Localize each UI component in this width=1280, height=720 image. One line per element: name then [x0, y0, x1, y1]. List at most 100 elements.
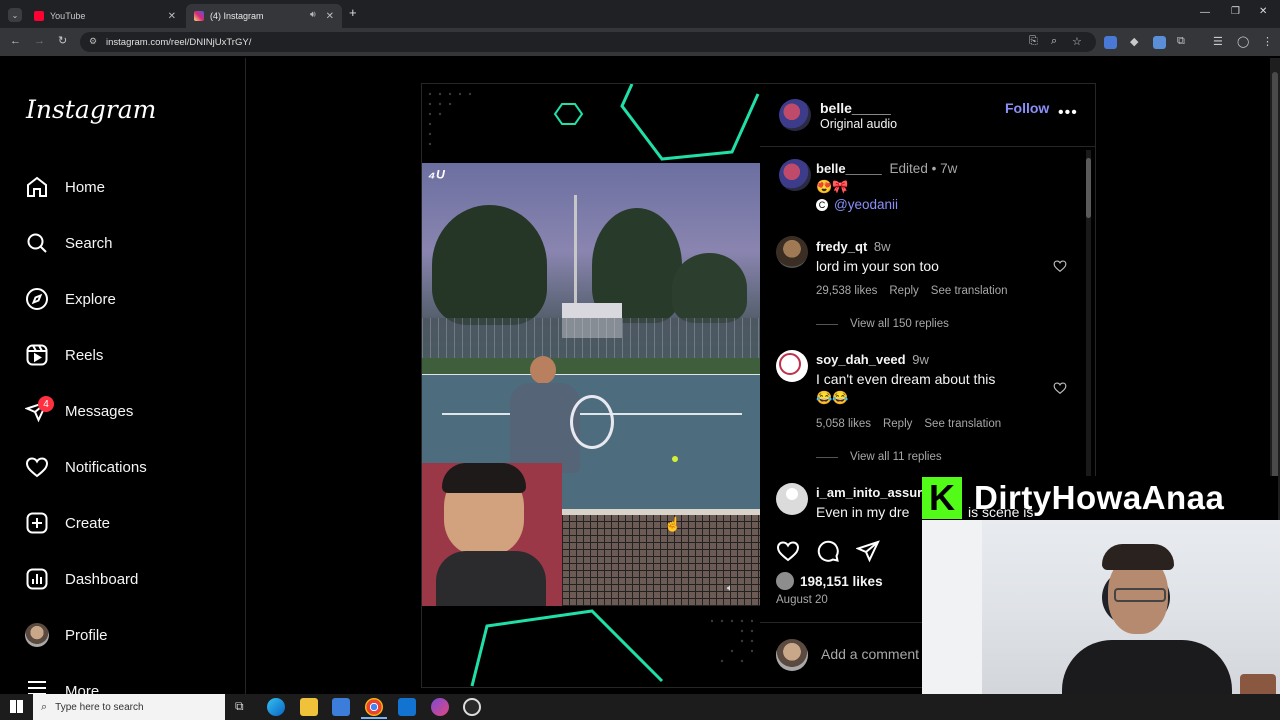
- file-explorer-icon[interactable]: [300, 698, 318, 716]
- close-tab-icon[interactable]: ✕: [168, 11, 176, 22]
- comment-username[interactable]: soy_dah_veed: [816, 352, 906, 367]
- translate-extension-icon[interactable]: [1104, 36, 1117, 49]
- comment-bubble-icon[interactable]: [816, 539, 840, 568]
- more-options-icon[interactable]: •••: [1058, 104, 1078, 122]
- extension-blue-icon[interactable]: [1153, 36, 1166, 49]
- profile-account-icon[interactable]: ◯: [1237, 35, 1249, 48]
- extensions-puzzle-icon[interactable]: ⧉: [1177, 35, 1185, 48]
- url-text: instagram.com/reel/DNINjUxTrGY/: [106, 36, 252, 48]
- caption-time: 7w: [940, 161, 958, 176]
- comment-time: 8w: [873, 239, 891, 254]
- like-heart-icon[interactable]: [776, 539, 800, 568]
- reading-list-icon[interactable]: ☰: [1213, 35, 1223, 48]
- comment-username[interactable]: fredy_qt: [816, 239, 867, 254]
- forward-icon[interactable]: →: [34, 35, 45, 47]
- comment-emojis: 😂😂: [816, 390, 849, 405]
- reel-player[interactable]: ⁴ᵁ 🔈︎: [421, 83, 762, 688]
- comment-like-heart-icon[interactable]: [1053, 259, 1067, 278]
- comment-likes[interactable]: 5,058 likes: [816, 418, 871, 430]
- commenter-avatar[interactable]: [776, 236, 808, 268]
- follow-button[interactable]: Follow: [1005, 100, 1049, 116]
- store-icon[interactable]: [332, 698, 350, 716]
- watermark-logo: ⁴ᵁ: [428, 167, 445, 187]
- sidebar-item-more[interactable]: More: [24, 675, 99, 694]
- caption-avatar[interactable]: [779, 159, 811, 191]
- comments-list[interactable]: belle_____ Edited • 7w 😍🎀 C @yeodanii fr…: [760, 147, 1085, 520]
- minimize-icon[interactable]: —: [1200, 7, 1210, 18]
- comment-header: soy_dah_veed 9w: [816, 352, 929, 367]
- sidebar-item-dashboard[interactable]: Dashboard: [24, 563, 138, 595]
- instagram-logo[interactable]: Instagram: [26, 95, 156, 124]
- comments-scrollbar[interactable]: [1086, 150, 1091, 520]
- sidebar-item-create[interactable]: Create: [24, 507, 110, 539]
- caption-header: belle_____ Edited • 7w: [816, 161, 958, 176]
- tree-right: [672, 253, 747, 323]
- messenger-icon[interactable]: [431, 698, 449, 716]
- hexagon-decoration-bottom: [470, 609, 754, 687]
- comment-username[interactable]: i_am_inito_assur: [816, 485, 922, 500]
- close-tab-icon[interactable]: ✕: [326, 11, 334, 22]
- restore-icon[interactable]: ❐: [1231, 6, 1240, 17]
- comment-like-heart-icon[interactable]: [1053, 381, 1067, 400]
- zoom-icon[interactable]: ⌕: [1051, 35, 1057, 48]
- see-translation-button[interactable]: See translation: [931, 285, 1008, 297]
- page-scrollbar-thumb[interactable]: [1272, 72, 1278, 512]
- windows-start-icon[interactable]: [10, 700, 23, 713]
- outlook-icon[interactable]: [398, 698, 416, 716]
- audio-playing-icon[interactable]: 🔊︎: [310, 9, 316, 20]
- extension-diamond-icon[interactable]: ◆: [1130, 35, 1138, 48]
- view-replies-button[interactable]: View all 11 replies: [816, 451, 942, 463]
- task-view-icon[interactable]: ⧉: [235, 699, 244, 714]
- commenter-avatar[interactable]: [776, 350, 808, 382]
- likes-count[interactable]: 198,151 likes: [800, 574, 883, 589]
- caption-username[interactable]: belle_____: [816, 161, 882, 176]
- view-replies-label: View all 11 replies: [850, 451, 942, 463]
- edge-icon[interactable]: [267, 698, 285, 716]
- back-icon[interactable]: ←: [10, 35, 21, 47]
- heart-icon: [24, 454, 50, 480]
- commenter-avatar[interactable]: [776, 483, 808, 515]
- install-app-icon[interactable]: ⎘: [1029, 35, 1038, 48]
- search-icon: [24, 230, 50, 256]
- glasses: [1114, 588, 1166, 602]
- reply-button[interactable]: Reply: [889, 285, 918, 297]
- author-username[interactable]: belle_____: [820, 100, 891, 116]
- reply-button[interactable]: Reply: [883, 418, 912, 430]
- sidebar-item-reels[interactable]: Reels: [24, 339, 103, 371]
- liker-avatar: [776, 572, 794, 590]
- scrollbar-thumb[interactable]: [1086, 158, 1091, 218]
- chrome-menu-icon[interactable]: ⋮: [1262, 35, 1273, 48]
- sidebar-item-label: Explore: [65, 290, 116, 308]
- address-bar[interactable]: ⚙ instagram.com/reel/DNINjUxTrGY/: [80, 32, 1096, 52]
- add-comment-input[interactable]: Add a comment: [821, 646, 921, 662]
- reload-icon[interactable]: ↻: [58, 34, 67, 47]
- mention-link[interactable]: @yeodanii: [834, 197, 898, 212]
- chrome-icon[interactable]: [365, 698, 383, 716]
- tab-search-dropdown-icon[interactable]: ⌄: [8, 8, 22, 22]
- obs-icon[interactable]: [463, 698, 481, 716]
- tab-youtube[interactable]: YouTube ✕: [26, 4, 184, 28]
- mute-icon[interactable]: 🔈︎: [727, 583, 733, 594]
- original-audio-link[interactable]: Original audio: [820, 117, 897, 131]
- taskbar-search-box[interactable]: ⌕ Type here to search: [33, 694, 225, 720]
- sidebar-item-home[interactable]: Home: [24, 171, 105, 203]
- tennis-racket: [570, 395, 614, 449]
- window-close-icon[interactable]: ✕: [1259, 6, 1267, 17]
- sidebar-item-label: Search: [65, 234, 113, 252]
- bookmark-star-icon[interactable]: ☆: [1072, 35, 1082, 48]
- reel-video-frame[interactable]: ⁴ᵁ 🔈︎: [422, 163, 761, 606]
- site-info-icon[interactable]: ⚙: [89, 36, 97, 47]
- see-translation-button[interactable]: See translation: [924, 418, 1001, 430]
- author-avatar[interactable]: [779, 99, 811, 131]
- sidebar-item-explore[interactable]: Explore: [24, 283, 116, 315]
- copyright-icon: C: [816, 198, 828, 211]
- sidebar-item-notifications[interactable]: Notifications: [24, 451, 147, 483]
- new-tab-button[interactable]: +: [349, 5, 357, 20]
- view-replies-button[interactable]: View all 150 replies: [816, 318, 949, 330]
- comment-time: 9w: [912, 352, 929, 367]
- tab-instagram[interactable]: (4) Instagram 🔊︎ ✕: [186, 4, 342, 28]
- share-send-icon[interactable]: [855, 539, 880, 568]
- sidebar-item-profile[interactable]: Profile: [24, 619, 108, 651]
- comment-likes[interactable]: 29,538 likes: [816, 285, 877, 297]
- sidebar-item-search[interactable]: Search: [24, 227, 113, 259]
